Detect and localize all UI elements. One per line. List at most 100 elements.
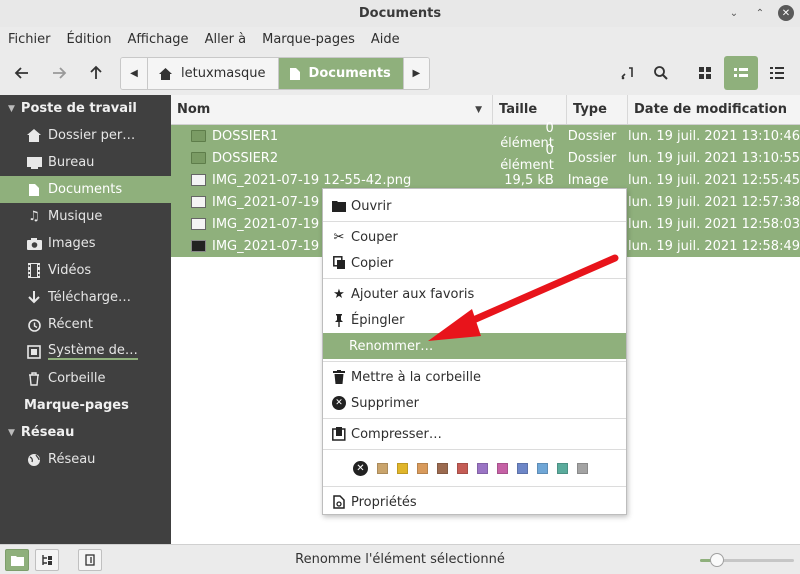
- sidebar-item-musique[interactable]: ♫ Musique: [0, 203, 171, 230]
- open-terminal-icon[interactable]: [612, 58, 642, 88]
- menu-item-mettre-a-la-corbeille[interactable]: Mettre à la corbeille: [323, 364, 626, 390]
- maximize-icon[interactable]: ⌃: [752, 5, 768, 21]
- sidebar-item-corbeille[interactable]: Corbeille: [0, 365, 171, 392]
- sidebar-item-label: Dossier per…: [48, 128, 136, 143]
- search-icon[interactable]: [646, 58, 676, 88]
- sidebar-item-label: Documents: [48, 182, 123, 197]
- sidebar-header-poste-de-travail[interactable]: ▼ Poste de travail: [0, 95, 171, 122]
- menu-item-compresser[interactable]: Compresser…: [323, 421, 626, 447]
- menu-separator: [323, 449, 626, 450]
- pin-icon: [331, 312, 347, 328]
- sidebar-item-label: Images: [48, 236, 96, 251]
- color-swatch[interactable]: [577, 462, 588, 474]
- color-swatch[interactable]: [477, 462, 488, 474]
- trash-icon: [331, 369, 347, 385]
- zoom-handle[interactable]: [709, 553, 724, 567]
- menu-fichier[interactable]: Fichier: [8, 32, 51, 47]
- color-swatch[interactable]: [397, 462, 408, 474]
- menu-item-ajouter-aux-favoris[interactable]: ★ Ajouter aux favoris: [323, 281, 626, 307]
- sidebar-item-reseau[interactable]: Réseau: [0, 446, 171, 473]
- color-swatch[interactable]: [537, 462, 548, 474]
- menu-aller-a[interactable]: Aller à: [205, 32, 247, 47]
- sidebar-item-telechargements[interactable]: Télécharge…: [0, 284, 171, 311]
- menu-affichage[interactable]: Affichage: [127, 32, 188, 47]
- menu-item-renommer[interactable]: Renommer…: [323, 333, 626, 359]
- sidebar-item-systeme-de-fichiers[interactable]: Système de…: [0, 338, 171, 365]
- column-header-label: Type: [573, 102, 607, 117]
- menu-separator: [323, 221, 626, 222]
- menu-item-copier[interactable]: Copier: [323, 250, 626, 276]
- column-header-size[interactable]: Taille: [493, 95, 567, 124]
- color-swatch[interactable]: [497, 462, 508, 474]
- color-swatch[interactable]: [457, 462, 468, 474]
- file-date: lun. 19 juil. 2021 13:10:55: [628, 150, 800, 166]
- sidebar-item-dossier-personnel[interactable]: Dossier per…: [0, 122, 171, 149]
- color-swatch[interactable]: [377, 462, 388, 474]
- path-segment-home[interactable]: letuxmasque: [147, 58, 278, 89]
- collapse-triangle-icon[interactable]: ▼: [8, 428, 15, 438]
- column-header-name[interactable]: Nom ▼: [171, 95, 493, 124]
- color-swatch[interactable]: [417, 462, 428, 474]
- icon-view-icon[interactable]: [688, 56, 722, 90]
- arrow-right-icon[interactable]: [44, 58, 74, 88]
- menu-item-label: Couper: [351, 229, 398, 245]
- menu-edition[interactable]: Édition: [67, 32, 112, 47]
- menu-item-supprimer[interactable]: ✕ Supprimer: [323, 390, 626, 416]
- sidebar-item-recent[interactable]: Récent: [0, 311, 171, 338]
- hide-sidebar-icon[interactable]: [78, 549, 102, 571]
- sidebar-item-documents[interactable]: Documents: [0, 176, 171, 203]
- table-row[interactable]: DOSSIER2 0 élément Dossier lun. 19 juil.…: [171, 143, 800, 173]
- minimize-icon[interactable]: ⌄: [726, 5, 742, 21]
- color-swatch[interactable]: [437, 462, 448, 474]
- compact-view-icon[interactable]: [760, 56, 794, 90]
- collapse-triangle-icon[interactable]: ▼: [8, 104, 15, 114]
- window-title: Documents: [358, 6, 442, 21]
- close-icon[interactable]: ✕: [778, 5, 794, 21]
- path-scroll-right[interactable]: ▶: [402, 58, 429, 89]
- table-row[interactable]: DOSSIER1 0 élément Dossier lun. 19 juil.…: [171, 121, 800, 151]
- folder-icon: [191, 152, 206, 164]
- document-icon: [26, 182, 42, 198]
- file-name: IMG_2021-07-19 1: [212, 216, 332, 232]
- sidebar-item-videos[interactable]: Vidéos: [0, 257, 171, 284]
- sidebar-item-images[interactable]: Images: [0, 230, 171, 257]
- file-date: lun. 19 juil. 2021 12:58:03: [628, 216, 800, 232]
- menu-marque-pages[interactable]: Marque-pages: [262, 32, 355, 47]
- path-segment-documents[interactable]: Documents: [277, 58, 403, 89]
- menu-item-proprietes[interactable]: Propriétés: [323, 489, 626, 515]
- column-header-type[interactable]: Type: [567, 95, 628, 124]
- title-bar: Documents ⌄ ⌃ ✕: [0, 0, 800, 27]
- sidebar-item-bureau[interactable]: Bureau: [0, 149, 171, 176]
- menu-separator: [323, 361, 626, 362]
- menu-item-ouvrir[interactable]: Ouvrir: [323, 193, 626, 219]
- menu-bar: Fichier Édition Affichage Aller à Marque…: [0, 27, 800, 51]
- document-icon: [289, 67, 300, 80]
- sidebar-item-label: Récent: [48, 317, 93, 332]
- tag-color-swatches: ✕: [323, 452, 626, 484]
- history-icon: [26, 317, 42, 333]
- color-swatch[interactable]: [557, 462, 568, 474]
- file-date: lun. 19 juil. 2021 12:55:45: [628, 172, 800, 188]
- clear-color-icon[interactable]: ✕: [353, 460, 368, 476]
- sidebar-header-marque-pages[interactable]: Marque-pages: [0, 392, 171, 419]
- arrow-left-icon[interactable]: [7, 58, 37, 88]
- file-type: Image: [567, 172, 609, 188]
- menu-item-label: Propriétés: [351, 494, 417, 510]
- path-scroll-left[interactable]: ◀: [121, 58, 147, 89]
- menu-item-label: Renommer…: [349, 338, 434, 354]
- list-view-icon[interactable]: [724, 56, 758, 90]
- arrow-up-icon[interactable]: [81, 58, 111, 88]
- menu-item-epingler[interactable]: Épingler: [323, 307, 626, 333]
- color-swatch[interactable]: [517, 462, 528, 474]
- sidebar-item-label: Bureau: [48, 155, 95, 170]
- places-icon[interactable]: [5, 549, 29, 571]
- download-icon: [26, 290, 42, 306]
- menu-aide[interactable]: Aide: [371, 32, 400, 47]
- zoom-slider[interactable]: [700, 553, 794, 567]
- menu-item-couper[interactable]: ✂ Couper: [323, 224, 626, 250]
- column-header-date[interactable]: Date de modification: [628, 95, 800, 124]
- column-header-label: Nom: [177, 102, 211, 117]
- sidebar-header-reseau[interactable]: ▼ Réseau: [0, 419, 171, 446]
- tree-icon[interactable]: [35, 549, 59, 571]
- star-add-icon: ★: [333, 286, 345, 302]
